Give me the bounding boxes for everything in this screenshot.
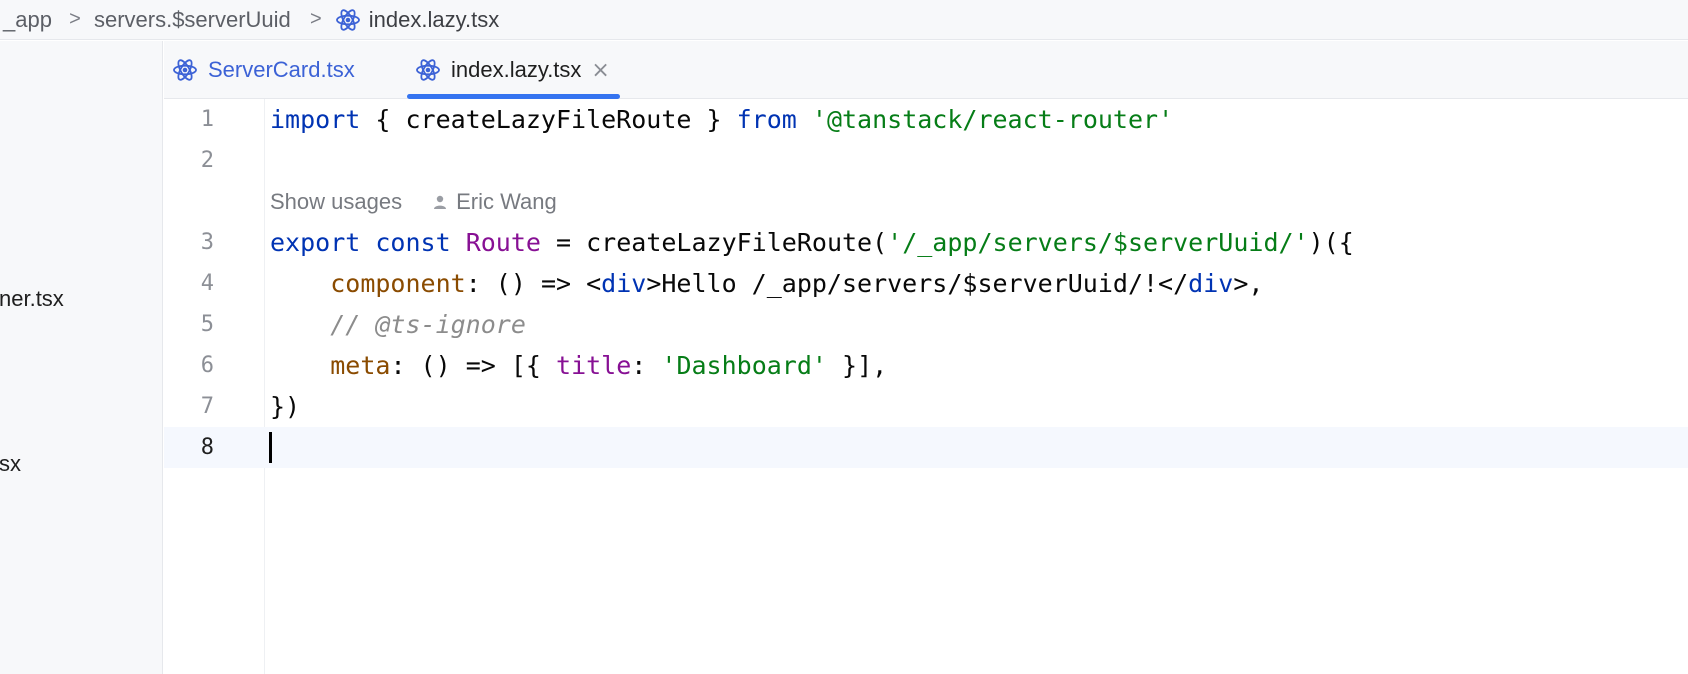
code-text: }): [270, 392, 301, 421]
code-token: >,: [1233, 269, 1264, 298]
line-number: 1: [200, 107, 214, 132]
breadcrumb-separator-icon: >: [309, 8, 322, 30]
react-icon: [173, 59, 197, 81]
tab-servercard[interactable]: ServerCard.tsx: [172, 41, 355, 99]
breadcrumb-label: _app: [3, 6, 52, 32]
tag-token: div: [601, 269, 647, 298]
code-text: meta: () => [{ title: 'Dashboard' }],: [270, 345, 887, 386]
keyword-token: const: [375, 228, 451, 257]
line-number: 8: [200, 435, 214, 460]
code-text: // @ts-ignore: [270, 304, 526, 345]
property-token: component: [330, 269, 466, 298]
react-icon: [335, 8, 360, 31]
code-line: 7 }): [164, 386, 1688, 427]
string-token: '@tanstack/react-router': [811, 105, 1174, 134]
code-token: : () => <: [465, 269, 602, 298]
code-line: 5 // @ts-ignore: [164, 304, 1688, 345]
breadcrumb-item-app[interactable]: _app: [3, 7, 52, 33]
string-token: 'Dashboard': [661, 351, 827, 380]
keyword-token: from: [736, 105, 797, 134]
code-text: import { createLazyFileRoute } from '@ta…: [270, 99, 1173, 140]
code-token: = createLazyFileRoute(: [540, 228, 888, 257]
person-icon: [434, 195, 447, 209]
code-token: :: [631, 351, 662, 380]
code-token: }: [691, 105, 737, 134]
breadcrumb-item-file[interactable]: index.lazy.tsx: [335, 7, 499, 33]
code-line: 2: [164, 140, 1688, 181]
code-token: )({: [1308, 228, 1354, 257]
tab-index-lazy[interactable]: index.lazy.tsx ×: [407, 41, 620, 99]
code-token: }],: [826, 351, 888, 380]
property-token: title: [556, 351, 632, 380]
line-number: 2: [200, 148, 214, 173]
code-line: 3 export const Route = createLazyFileRou…: [164, 222, 1688, 263]
keyword-token: export: [270, 228, 361, 257]
project-tree-item[interactable]: ner.tsx: [0, 286, 64, 312]
close-icon[interactable]: ×: [591, 58, 609, 83]
line-number: 5: [200, 312, 214, 337]
line-number: 6: [200, 353, 214, 378]
show-usages-link[interactable]: Show usages: [270, 181, 402, 222]
identifier-token: createLazyFileRoute: [405, 105, 692, 134]
editor-tab-bar: ServerCard.tsx index.lazy.tsx ×: [164, 41, 1688, 99]
code-text: component: () => <div>Hello /_app/server…: [270, 263, 1263, 304]
keyword-token: import: [270, 105, 361, 134]
code-text: export const Route = createLazyFileRoute…: [270, 222, 1354, 263]
code-line-current: 8: [164, 427, 1688, 468]
string-token: '/_app/servers/$serverUuid/': [887, 228, 1309, 257]
code-line: 1 import { createLazyFileRoute } from '@…: [164, 99, 1688, 140]
project-tree-item[interactable]: sx: [0, 451, 21, 477]
inlay-hint: Show usages Eric Wang: [270, 181, 557, 222]
breadcrumb-label: index.lazy.tsx: [368, 6, 500, 32]
code-editor[interactable]: 1 import { createLazyFileRoute } from '@…: [164, 99, 1688, 674]
code-line: 4 component: () => <div>Hello /_app/serv…: [164, 263, 1688, 304]
line-number: 4: [200, 271, 214, 296]
code-token: >Hello /_app/servers/$serverUuid/!</: [646, 269, 1189, 298]
author-hint[interactable]: Eric Wang: [432, 181, 557, 222]
property-token: meta: [330, 351, 391, 380]
code-token: : () => [{: [390, 351, 557, 380]
author-name: Eric Wang: [456, 189, 557, 214]
tab-label: index.lazy.tsx: [451, 57, 582, 82]
react-icon: [416, 59, 440, 81]
code-token: {: [360, 105, 406, 134]
breadcrumb-item-servers[interactable]: servers.$serverUuid: [94, 7, 291, 33]
comment-token: // @ts-ignore: [330, 310, 526, 339]
project-panel: ner.tsx sx: [0, 41, 163, 674]
breadcrumb: _app > servers.$serverUuid > index.lazy.…: [0, 0, 1688, 40]
line-number: 3: [200, 230, 214, 255]
breadcrumb-separator-icon: >: [69, 8, 81, 30]
inlay-hint-row: Show usages Eric Wang: [164, 181, 1688, 222]
line-number: 7: [200, 394, 214, 419]
code-line: 6 meta: () => [{ title: 'Dashboard' }],: [164, 345, 1688, 386]
tab-label: ServerCard.tsx: [208, 57, 355, 82]
text-caret: [269, 432, 272, 463]
identifier-token: Route: [465, 228, 541, 257]
tag-token: div: [1188, 269, 1234, 298]
breadcrumb-label: servers.$serverUuid: [93, 6, 291, 32]
